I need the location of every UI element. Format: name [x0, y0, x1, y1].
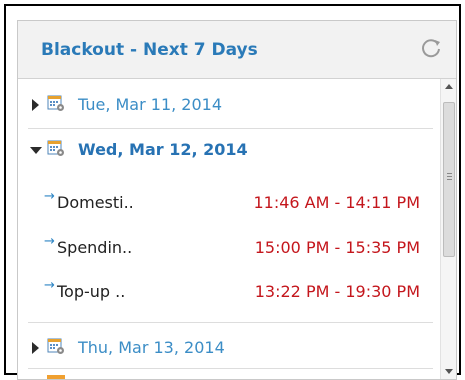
calendar-settings-icon — [47, 338, 64, 354]
arrow-right-icon: → — [44, 234, 55, 249]
calendar-settings-icon — [47, 95, 64, 111]
divider — [28, 322, 433, 323]
event-time: 11:46 AM - 14:11 PM — [253, 193, 420, 212]
arrow-right-icon: → — [44, 278, 55, 293]
divider — [28, 368, 433, 369]
triangle-right-icon[interactable] — [32, 99, 39, 111]
scroll-up-icon[interactable] — [445, 84, 453, 89]
calendar-icon-partial — [47, 375, 65, 379]
event-name[interactable]: Spendin.. — [57, 238, 132, 257]
triangle-down-icon[interactable] — [30, 147, 42, 154]
arrow-right-icon: → — [44, 189, 55, 204]
day-row-wed[interactable]: Wed, Mar 12, 2014 — [18, 130, 439, 170]
refresh-icon[interactable] — [420, 37, 442, 59]
calendar-settings-icon — [47, 140, 64, 156]
event-time: 13:22 PM - 19:30 PM — [254, 282, 420, 301]
day-date[interactable]: Tue, Mar 11, 2014 — [78, 95, 222, 114]
scroll-down-icon[interactable] — [445, 369, 453, 374]
event-name[interactable]: Domesti.. — [57, 193, 134, 212]
day-date[interactable]: Wed, Mar 12, 2014 — [78, 140, 248, 159]
day-row-thu[interactable]: Thu, Mar 13, 2014 — [18, 328, 439, 368]
divider — [28, 128, 433, 129]
blackout-widget: Blackout - Next 7 Days Tue, Mar 11, 2014 — [17, 20, 457, 380]
screenshot-frame: Blackout - Next 7 Days Tue, Mar 11, 2014 — [4, 4, 461, 380]
day-row-tue[interactable]: Tue, Mar 11, 2014 — [18, 85, 439, 125]
day-list: Tue, Mar 11, 2014 Wed, Mar 12, 2014 → Do… — [18, 79, 439, 379]
widget-title: Blackout - Next 7 Days — [41, 40, 258, 60]
widget-header: Blackout - Next 7 Days — [18, 21, 456, 79]
scrollbar[interactable] — [440, 79, 456, 379]
event-name[interactable]: Top-up .. — [57, 282, 125, 301]
event-time: 15:00 PM - 15:35 PM — [254, 238, 420, 257]
event-row[interactable]: → Spendin.. 15:00 PM - 15:35 PM — [18, 228, 439, 268]
triangle-right-icon[interactable] — [32, 342, 39, 354]
scroll-thumb[interactable] — [443, 102, 455, 257]
day-date[interactable]: Thu, Mar 13, 2014 — [78, 338, 225, 357]
grip-icon — [447, 173, 452, 174]
event-row[interactable]: → Top-up .. 13:22 PM - 19:30 PM — [18, 272, 439, 312]
event-row[interactable]: → Domesti.. 11:46 AM - 14:11 PM — [18, 183, 439, 223]
